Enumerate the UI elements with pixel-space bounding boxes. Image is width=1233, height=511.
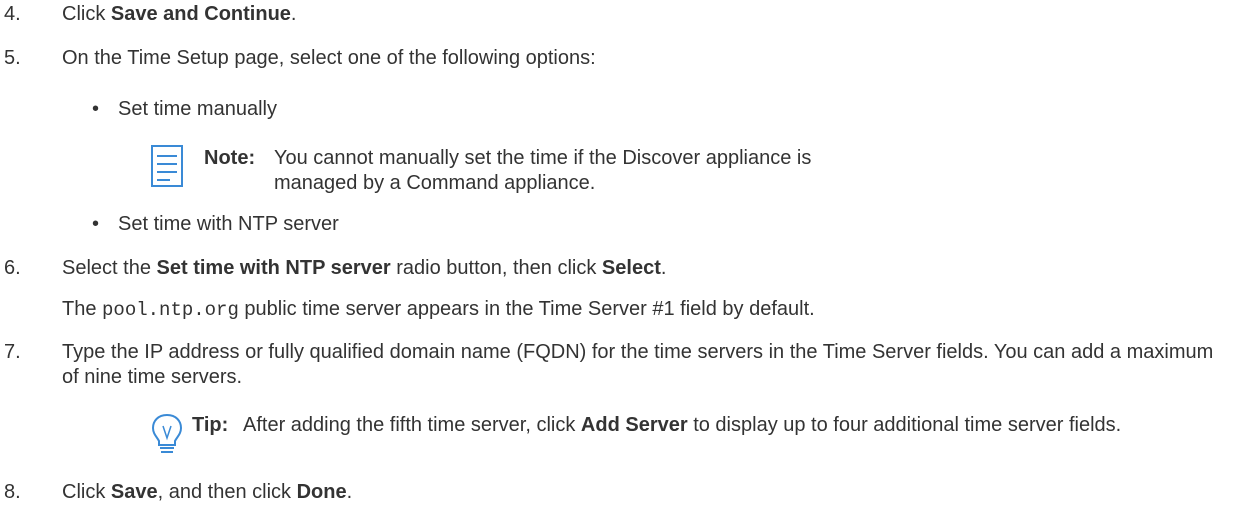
step-7-number: 7. (4, 341, 21, 363)
step-8-number: 8. (4, 481, 21, 503)
option-set-time-with-ntp-server: Set time with NTP server (118, 213, 339, 235)
step-6-number: 6. (4, 257, 21, 279)
step-5-number: 5. (4, 47, 21, 69)
step-6-text: Select the Set time with NTP server radi… (62, 257, 667, 279)
note-label: Note: (204, 147, 256, 169)
step-5-text: On the Time Setup page, select one of th… (62, 47, 596, 69)
note-icon (150, 144, 186, 194)
save-and-continue-label: Save and Continue (110, 3, 291, 25)
ntp-server-code: pool.ntp.org (102, 299, 239, 321)
step-7-text: Type the IP address or fully qualified d… (62, 341, 1214, 388)
bullet-marker: • (92, 213, 100, 235)
document-page: 4. Click Save and Continue. 5. On the Ti… (0, 0, 1233, 511)
bullet-marker: • (92, 98, 100, 120)
done-label: Done (296, 481, 347, 503)
step-6-detail: The pool.ntp.org public time server appe… (62, 298, 815, 321)
lightbulb-icon (150, 412, 184, 462)
step-4-number: 4. (4, 3, 21, 25)
step-4-text: Click Save and Continue. (62, 3, 297, 25)
add-server-label: Add Server (580, 414, 688, 436)
note-text: You cannot manually set the time if the … (274, 147, 812, 194)
tip-label: Tip: (192, 414, 229, 436)
tip-text: After adding the fifth time server, clic… (243, 414, 1122, 436)
step-8-text: Click Save, and then click Done. (62, 481, 353, 503)
select-label: Select (601, 257, 661, 279)
save-label: Save (110, 481, 158, 503)
set-time-with-ntp-server-label: Set time with NTP server (156, 257, 391, 279)
option-set-time-manually: Set time manually (118, 98, 277, 120)
